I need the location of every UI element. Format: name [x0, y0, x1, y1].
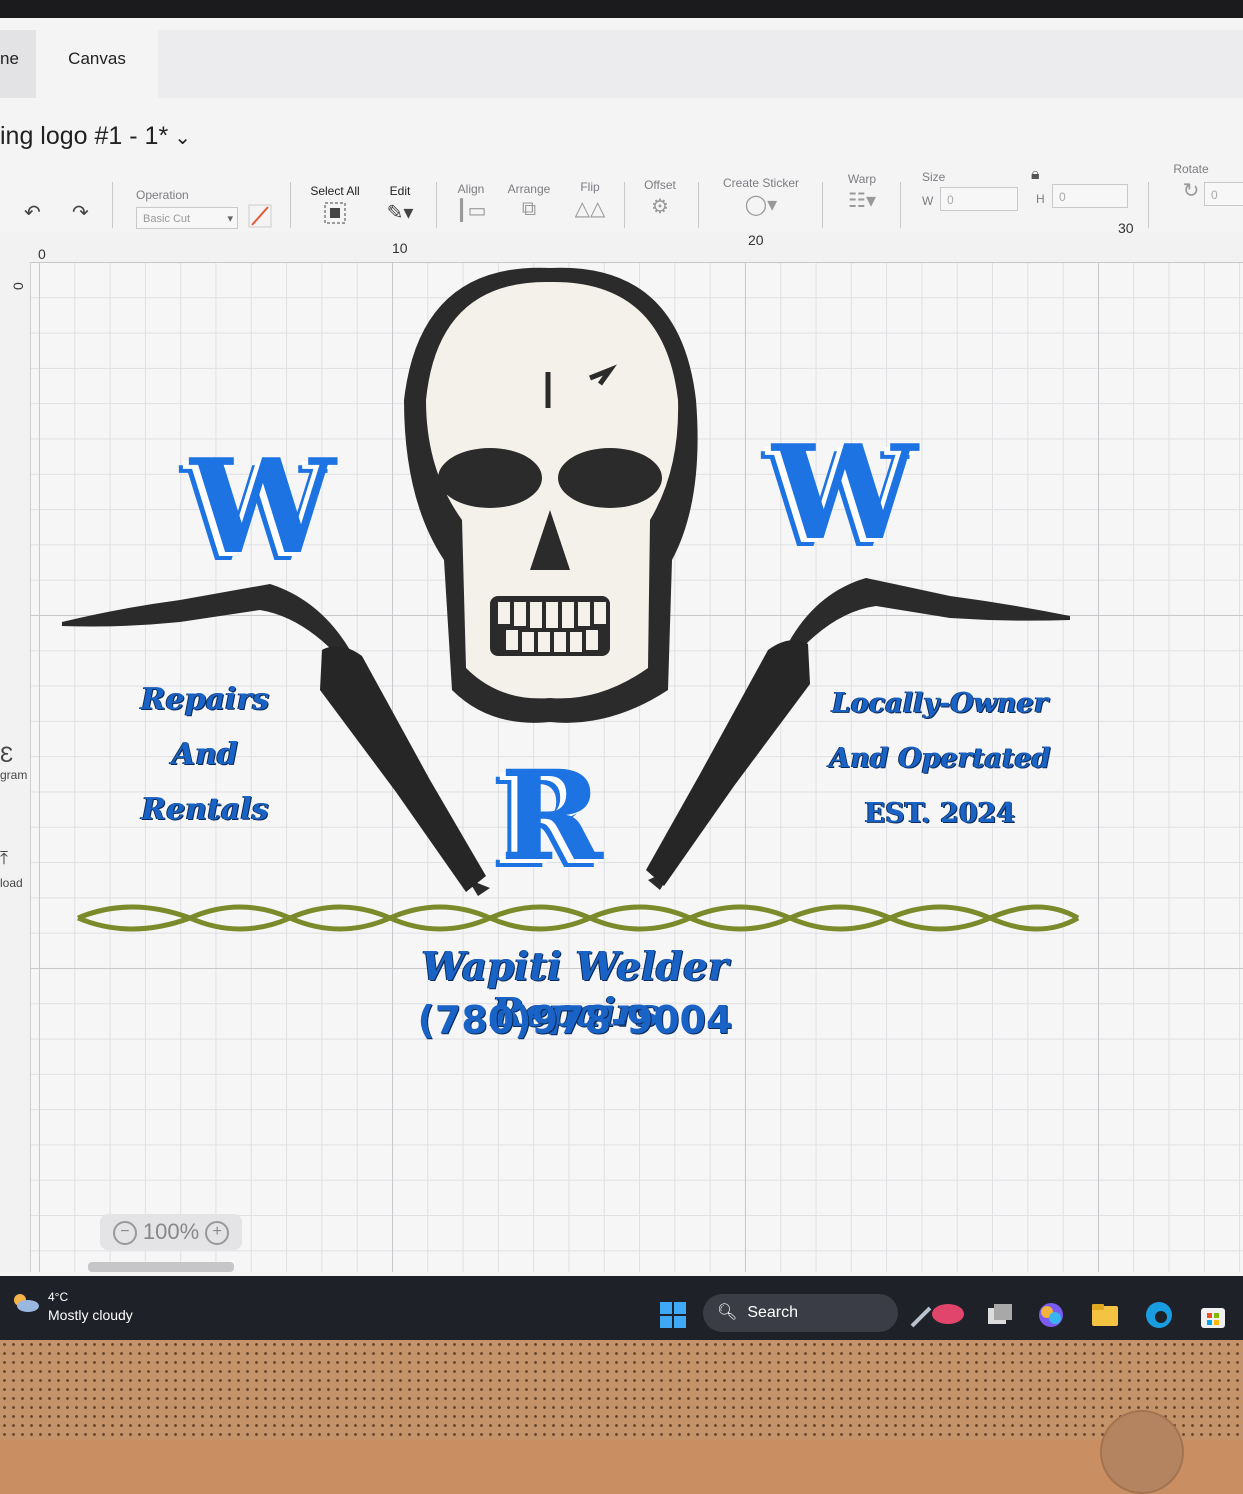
right-text-line-3: EST. 2024 [864, 798, 1016, 829]
right-text-block[interactable]: Locally-Owner And Opertated EST. 2024 [820, 676, 1060, 841]
copilot-icon[interactable] [1036, 1300, 1066, 1330]
left-text-line-2: And [171, 737, 239, 772]
left-text-line-1: Repairs [140, 682, 270, 717]
skull [404, 267, 698, 723]
hp-logo [1100, 1410, 1184, 1494]
zoom-control: −100% + [100, 1214, 242, 1250]
task-view-icon[interactable] [984, 1300, 1014, 1330]
weather-temperature[interactable]: 4°C [48, 1290, 68, 1304]
zoom-in-icon[interactable]: + [205, 1221, 230, 1246]
weather-description[interactable]: Mostly cloudy [48, 1307, 133, 1323]
edge-browser-icon[interactable] [1144, 1300, 1174, 1330]
windows-start-icon[interactable] [658, 1300, 688, 1330]
weather-cloud-icon[interactable] [10, 1290, 40, 1314]
center-monogram-r[interactable]: R [500, 744, 603, 889]
taskbar-search[interactable]: 🔍︎ Search [703, 1294, 898, 1332]
left-monogram-w[interactable]: W [190, 430, 336, 583]
search-highlight-icon[interactable] [908, 1300, 966, 1330]
left-text-block[interactable]: Repairs And Rentals [120, 672, 290, 837]
right-text-line-1: Locally-Owner [831, 688, 1049, 719]
left-text-line-3: Rentals [141, 792, 269, 827]
design-artwork[interactable] [0, 0, 1243, 1272]
store-icon[interactable] [1198, 1300, 1228, 1330]
wire-divider [77, 904, 1080, 932]
right-text-line-2: And Opertated [829, 743, 1051, 774]
zoom-level: 100% [142, 1219, 200, 1244]
file-explorer-icon[interactable] [1090, 1300, 1120, 1330]
speaker-grille [0, 1340, 1243, 1440]
phone-number[interactable]: (780)978-9004 [350, 998, 800, 1042]
zoom-out-icon[interactable]: − [112, 1221, 137, 1246]
search-icon: 🔍︎ [717, 1304, 738, 1321]
right-monogram-w[interactable]: W [772, 416, 918, 569]
horizontal-scrollbar[interactable] [88, 1262, 234, 1272]
search-label: Search [747, 1304, 799, 1321]
